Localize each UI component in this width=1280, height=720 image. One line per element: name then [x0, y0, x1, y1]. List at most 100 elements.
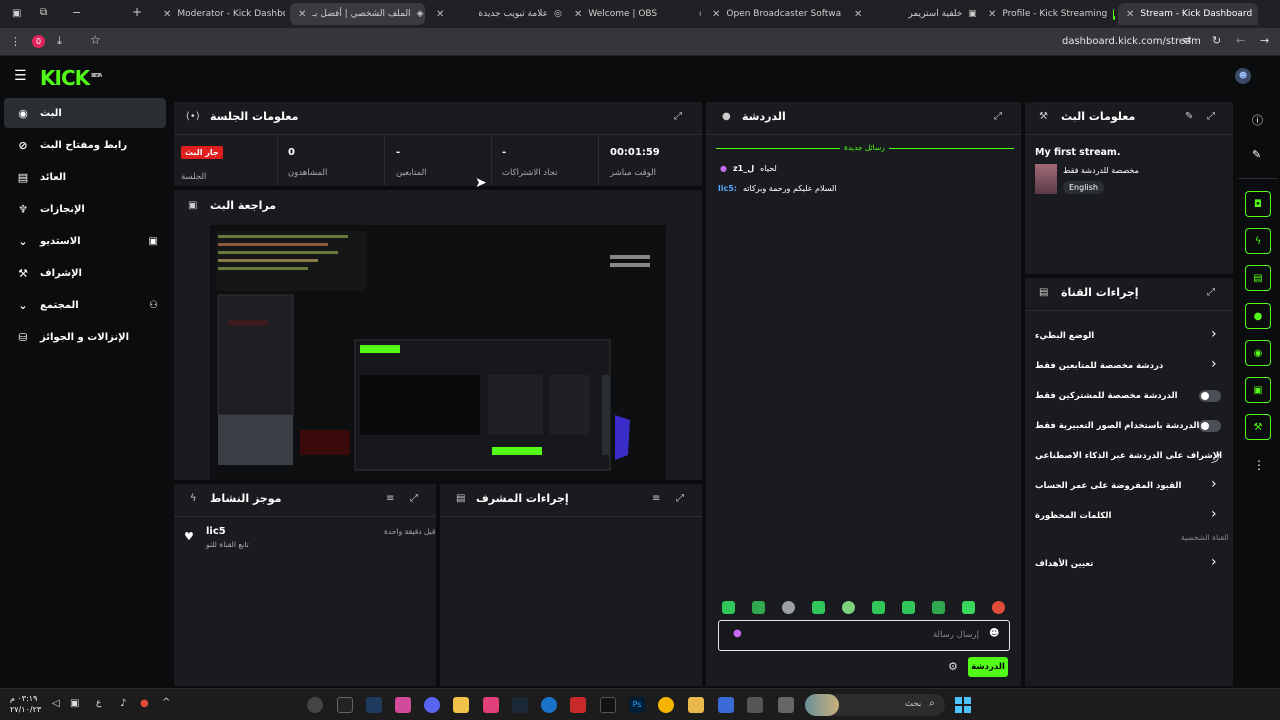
- download-icon[interactable]: ⤓: [57, 34, 62, 48]
- user-avatar[interactable]: ☻: [1235, 68, 1251, 84]
- chat-username[interactable]: z1_ل: [733, 164, 754, 173]
- window-menu-icon[interactable]: ▣: [12, 8, 21, 19]
- chrome-icon[interactable]: [658, 697, 674, 713]
- more-vertical-icon[interactable]: ⋮: [1253, 458, 1265, 472]
- chat-username[interactable]: lic5:: [718, 184, 737, 193]
- emote-icon[interactable]: [782, 601, 795, 614]
- expand-icon[interactable]: ⤢: [674, 111, 682, 122]
- tool-clipboard-button[interactable]: ▤: [1245, 265, 1271, 291]
- forward-icon[interactable]: ←: [1236, 34, 1245, 47]
- edge-icon[interactable]: [541, 697, 557, 713]
- stream-category[interactable]: مخصصة للدردشة فقط: [1063, 166, 1139, 175]
- expand-icon[interactable]: ⤢: [410, 493, 418, 504]
- emote-icon[interactable]: [992, 601, 1005, 614]
- expand-icon[interactable]: ⤢: [1207, 287, 1215, 298]
- activity-item[interactable]: ♥ lic5 تابع القناة للتو قبل دقيقة واحدة: [174, 518, 436, 556]
- new-tab-button[interactable]: +: [132, 5, 142, 19]
- taskbar-app-icon[interactable]: [483, 697, 499, 713]
- reload-icon[interactable]: ↻: [1212, 34, 1221, 47]
- mail-icon[interactable]: [337, 697, 353, 713]
- back-icon[interactable]: →: [1260, 34, 1269, 47]
- close-icon[interactable]: ✕: [574, 9, 582, 20]
- chevron-up-icon[interactable]: ^: [162, 697, 170, 708]
- taskbar-app-icon[interactable]: [453, 697, 469, 713]
- sidebar-item-drops[interactable]: ⛁ الإنزالات و الجوائز: [4, 322, 166, 352]
- close-icon[interactable]: ✕: [988, 9, 996, 20]
- sidebar-item-studio[interactable]: ⌄ الاستديو ▣: [4, 226, 166, 256]
- steam-icon[interactable]: [512, 697, 528, 713]
- browser-tab[interactable]: ✕ الملف الشخصي | أفضل بـ ◈: [290, 3, 425, 25]
- channel-action-row[interactable]: الإشراف على الدردشة عبر الذكاء الاصطناعي…: [1025, 444, 1233, 468]
- close-icon[interactable]: ✕: [1126, 9, 1134, 20]
- sidebar-item-moderation[interactable]: ⚒ الإشراف: [4, 258, 166, 288]
- browser-tab[interactable]: ✕ Profile - Kick Streaming K: [980, 3, 1115, 25]
- file-explorer-icon[interactable]: [688, 697, 704, 713]
- emote-icon[interactable]: [962, 601, 975, 614]
- taskbar-app-icon[interactable]: [307, 697, 323, 713]
- taskbar-date[interactable]: ٢٧/١٠/٢٣: [10, 705, 41, 714]
- network-icon[interactable]: ▣: [70, 698, 79, 709]
- chat-settings-gear-icon[interactable]: ⚙: [948, 660, 958, 673]
- tab-search-icon[interactable]: ⧉: [40, 7, 47, 18]
- subscribers-only-toggle[interactable]: [1199, 390, 1221, 402]
- channel-action-row[interactable]: الكلمات المحظورة ›: [1025, 504, 1233, 528]
- photoshop-icon[interactable]: Ps: [629, 697, 645, 713]
- category-thumbnail[interactable]: [1035, 164, 1057, 194]
- emote-only-toggle[interactable]: [1199, 420, 1221, 432]
- channel-action-row[interactable]: القيود المفروضة على عمر الحساب ›: [1025, 474, 1233, 498]
- taskbar-app-icon[interactable]: [718, 697, 734, 713]
- tool-bolt-button[interactable]: ϟ: [1245, 228, 1271, 254]
- browser-tab[interactable]: ✕ Welcome | OBS ◉: [566, 3, 701, 25]
- emoji-icon[interactable]: ☻: [989, 628, 999, 639]
- emote-icon[interactable]: [722, 601, 735, 614]
- emote-icon[interactable]: [872, 601, 885, 614]
- url-text[interactable]: dashboard.kick.com/stream: [1062, 36, 1201, 47]
- filter-icon[interactable]: ≡: [386, 493, 394, 504]
- sidebar-item-achievements[interactable]: ♆ الإنجازات: [4, 194, 166, 224]
- tool-camera-button[interactable]: ◘: [1245, 191, 1271, 217]
- tiktok-icon[interactable]: [600, 697, 616, 713]
- expand-icon[interactable]: ⤢: [994, 111, 1002, 122]
- tool-broadcast-button[interactable]: ◉: [1245, 340, 1271, 366]
- discord-icon[interactable]: [424, 697, 440, 713]
- browser-tab[interactable]: ✕ خلفية استريمر ▣: [846, 3, 976, 25]
- taskbar-app-icon[interactable]: [395, 697, 411, 713]
- tool-channel-button[interactable]: ▣: [1245, 377, 1271, 403]
- sidebar-item-stream-key[interactable]: ⊘ رابط ومفتاح البث: [4, 130, 166, 160]
- emote-icon[interactable]: [752, 601, 765, 614]
- emote-icon[interactable]: [902, 601, 915, 614]
- edit-pencil-icon[interactable]: ✎: [1185, 111, 1193, 122]
- activity-user[interactable]: lic5: [206, 526, 226, 537]
- emote-icon[interactable]: [842, 601, 855, 614]
- close-icon[interactable]: ✕: [163, 9, 171, 20]
- more-menu-icon[interactable]: ⋮: [10, 35, 21, 48]
- sidebar-item-community[interactable]: ⌄ المجتمع ⚇: [4, 290, 166, 320]
- close-icon[interactable]: ✕: [298, 9, 306, 20]
- browser-tab[interactable]: ✕ Open Broadcaster Softwa ◌: [704, 3, 844, 25]
- taskbar-app-icon[interactable]: [778, 697, 794, 713]
- taskbar-search[interactable]: بحث ⌕: [805, 694, 945, 716]
- volume-icon[interactable]: ◁: [52, 698, 60, 709]
- stream-preview-video[interactable]: [210, 225, 666, 480]
- tool-chat-button[interactable]: ●: [1245, 303, 1271, 329]
- minimize-icon[interactable]: −: [72, 6, 81, 19]
- tool-wrench-button[interactable]: ⚒: [1245, 414, 1271, 440]
- browser-tab[interactable]: ✕ علامة تبويب جديدة ◎: [428, 3, 563, 25]
- extension-badge[interactable]: 0: [32, 35, 45, 48]
- kick-logo[interactable]: KICK BETA: [40, 66, 102, 90]
- hamburger-menu-icon[interactable]: ☰: [14, 68, 27, 84]
- chat-input[interactable]: ● إرسال رسالة ☻: [718, 620, 1010, 651]
- tray-app-icon[interactable]: ●: [140, 698, 149, 709]
- edit-pencil-icon[interactable]: ✎: [1252, 148, 1261, 161]
- bookmark-star-icon[interactable]: ☆: [90, 33, 101, 47]
- expand-icon[interactable]: ⤢: [676, 493, 684, 504]
- browser-tab[interactable]: ✕ Moderator - Kick Dashbo K: [155, 3, 285, 25]
- windows-start-icon[interactable]: [955, 697, 971, 713]
- close-icon[interactable]: ✕: [854, 9, 862, 20]
- sidebar-item-broadcast[interactable]: ◉ البث: [4, 98, 166, 128]
- store-icon[interactable]: [747, 697, 763, 713]
- taskbar-app-icon[interactable]: [570, 697, 586, 713]
- filter-icon[interactable]: ≡: [652, 493, 660, 504]
- chat-send-button[interactable]: الدردشة: [968, 657, 1008, 677]
- close-icon[interactable]: ✕: [436, 9, 444, 20]
